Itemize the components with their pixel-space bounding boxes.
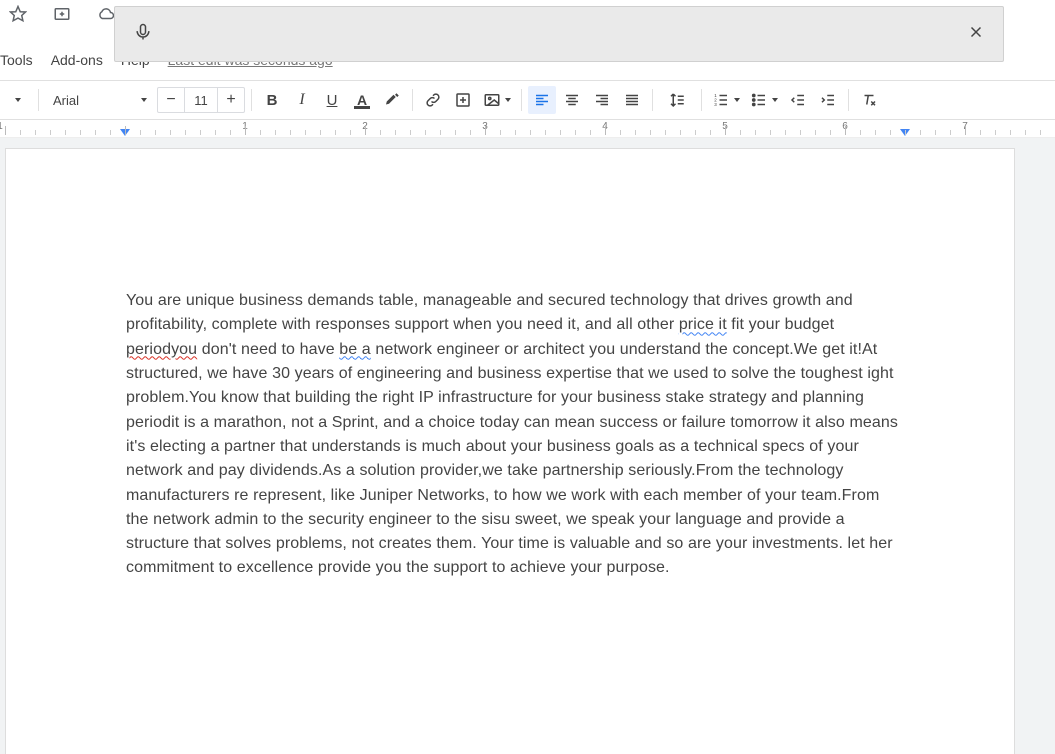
horizontal-ruler[interactable]: 11234567	[0, 120, 1055, 138]
font-size-increase[interactable]: +	[218, 91, 244, 109]
menu-addons[interactable]: Add-ons	[51, 52, 103, 68]
separator	[521, 89, 522, 111]
styles-dropdown[interactable]	[2, 88, 32, 112]
font-family-dropdown[interactable]: Arial	[45, 88, 155, 112]
separator	[412, 89, 413, 111]
bulleted-list-button[interactable]	[746, 86, 782, 114]
bold-button[interactable]: B	[258, 86, 286, 114]
underline-button[interactable]: U	[318, 86, 346, 114]
svg-text:3: 3	[714, 102, 717, 107]
font-size-decrease[interactable]: −	[158, 91, 184, 109]
document-canvas: You are unique business demands table, m…	[0, 138, 1055, 754]
chevron-down-icon	[141, 98, 147, 102]
highlight-color-button[interactable]	[378, 86, 406, 114]
insert-link-button[interactable]	[419, 86, 447, 114]
star-icon[interactable]	[4, 0, 32, 28]
italic-button[interactable]: I	[288, 86, 316, 114]
body-paragraph[interactable]: You are unique business demands table, m…	[126, 289, 904, 581]
line-spacing-button[interactable]	[659, 86, 695, 114]
numbered-list-button[interactable]: 123	[708, 86, 744, 114]
font-size-input[interactable]	[184, 88, 218, 112]
add-comment-button[interactable]	[449, 86, 477, 114]
separator	[701, 89, 702, 111]
chevron-down-icon	[734, 98, 740, 102]
chevron-down-icon	[772, 98, 778, 102]
separator	[38, 89, 39, 111]
separator	[251, 89, 252, 111]
voice-typing-bar	[114, 6, 1004, 62]
font-size-control: − +	[157, 87, 245, 113]
separator	[652, 89, 653, 111]
menu-tools[interactable]: Tools	[0, 52, 33, 68]
clear-formatting-button[interactable]	[855, 86, 883, 114]
separator	[848, 89, 849, 111]
microphone-icon[interactable]	[133, 22, 153, 47]
insert-image-button[interactable]	[479, 86, 515, 114]
close-icon[interactable]	[967, 23, 985, 46]
move-to-icon[interactable]	[48, 0, 76, 28]
decrease-indent-button[interactable]	[784, 86, 812, 114]
font-family-label: Arial	[53, 93, 79, 108]
chevron-down-icon	[505, 98, 511, 102]
increase-indent-button[interactable]	[814, 86, 842, 114]
align-right-button[interactable]	[588, 86, 616, 114]
align-justify-button[interactable]	[618, 86, 646, 114]
ruler-number: 1	[0, 121, 3, 132]
align-left-button[interactable]	[528, 86, 556, 114]
align-center-button[interactable]	[558, 86, 586, 114]
text-color-button[interactable]: A	[348, 86, 376, 114]
page[interactable]: You are unique business demands table, m…	[5, 148, 1015, 754]
chevron-down-icon	[15, 98, 21, 102]
toolbar: Arial − + B I U A 123	[0, 80, 1055, 120]
